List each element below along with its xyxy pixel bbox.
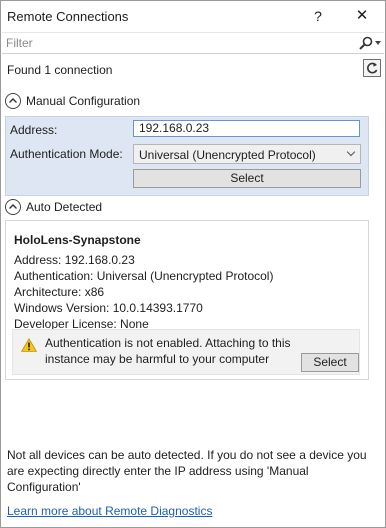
filter-input[interactable] [6,34,346,52]
auth-mode-label: Authentication Mode: [10,147,123,161]
refresh-button[interactable] [363,59,381,77]
device-card: HoloLens-Synapstone Address: 192.168.0.2… [5,220,369,380]
refresh-icon [367,62,378,74]
auto-detected-label: Auto Detected [26,200,103,214]
device-architecture: Architecture: x86 [14,285,105,299]
filter-bar [2,32,384,54]
warning-icon [21,338,37,352]
device-windows-version: Windows Version: 10.0.14393.1770 [14,301,203,315]
warning-box: Authentication is not enabled. Attaching… [12,329,360,375]
manual-select-button[interactable]: Select [133,169,361,188]
manual-config-label: Manual Configuration [26,94,141,108]
address-input[interactable]: 192.168.0.23 [133,120,360,137]
found-count-text: Found 1 connection [7,63,113,77]
device-name: HoloLens-Synapstone [14,233,141,247]
manual-config-header[interactable]: Manual Configuration [5,92,165,110]
auth-mode-value: Universal (Unencrypted Protocol) [139,148,316,162]
close-button[interactable]: ✕ [351,5,373,27]
remote-connections-window: Remote Connections ? ✕ Found 1 connectio… [0,0,386,528]
window-title: Remote Connections [7,9,129,24]
auth-mode-select[interactable]: Universal (Unencrypted Protocol) [133,144,361,164]
collapse-icon [5,93,21,109]
remote-diagnostics-link[interactable]: Learn more about Remote Diagnostics [7,504,212,518]
device-address: Address: 192.168.0.23 [14,253,135,267]
title-bar: Remote Connections ? ✕ [1,1,385,31]
search-icon[interactable] [358,36,374,50]
auto-detected-header[interactable]: Auto Detected [5,198,125,216]
collapse-icon [5,199,21,215]
manual-config-panel: Address: 192.168.0.23 Authentication Mod… [5,116,369,196]
chevron-down-icon [346,147,356,157]
footer-note: Not all devices can be auto detected. If… [7,448,367,494]
help-button[interactable]: ? [307,5,329,27]
device-select-button[interactable]: Select [301,353,359,372]
filter-dropdown-icon[interactable] [375,41,381,45]
address-label: Address: [10,123,58,137]
warning-text: Authentication is not enabled. Attaching… [45,336,291,366]
device-authentication: Authentication: Universal (Unencrypted P… [14,269,274,283]
